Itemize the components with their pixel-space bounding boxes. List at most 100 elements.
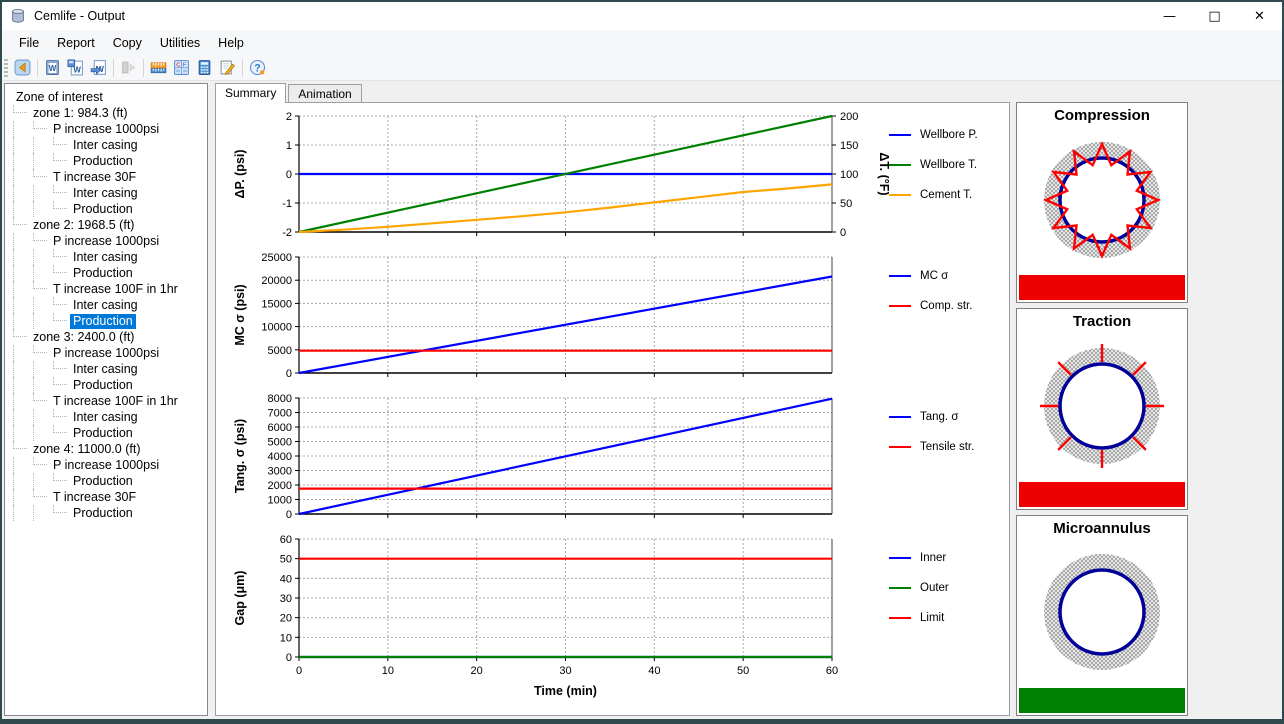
tree-guide-line (33, 249, 53, 265)
tree-item[interactable]: zone 4: 11000.0 (ft) (5, 441, 207, 457)
tree-item[interactable]: Inter casing (5, 249, 207, 265)
toolbar-grip[interactable] (4, 59, 8, 77)
tab-strip: Summary Animation (215, 83, 1188, 102)
maximize-button[interactable]: □ (1192, 2, 1237, 30)
tree-item-label: Production (70, 506, 136, 521)
tree-item[interactable]: P increase 1000psi (5, 121, 207, 137)
report-word-icon: W (44, 59, 61, 76)
export-report-button[interactable]: W (87, 57, 110, 79)
menu-report[interactable]: Report (48, 33, 104, 53)
depth-ruler-button[interactable] (147, 57, 170, 79)
tree-item[interactable]: P increase 1000psi (5, 345, 207, 361)
tree-guide-line (13, 425, 33, 441)
tree-connector-line (53, 409, 67, 417)
tab-summary[interactable]: Summary (215, 83, 286, 103)
report-word-button[interactable]: W (41, 57, 64, 79)
tree-guide-line (13, 489, 33, 505)
tree-guide-line (13, 409, 33, 425)
chart-row-mc: 0500010000150002000025000MC σ (psi) MC σ… (224, 249, 1009, 381)
temperature-units-button[interactable]: C F (170, 57, 193, 79)
tree-item[interactable]: T increase 30F (5, 489, 207, 505)
back-button[interactable] (11, 57, 34, 79)
tree-item[interactable]: P increase 1000psi (5, 233, 207, 249)
svg-text:60: 60 (280, 534, 292, 546)
calculator-button[interactable] (193, 57, 216, 79)
tree-item[interactable]: Inter casing (5, 361, 207, 377)
menu-utilities[interactable]: Utilities (151, 33, 209, 53)
svg-text:MC σ (psi): MC σ (psi) (233, 284, 247, 345)
tree-guide-line (33, 409, 53, 425)
help-button[interactable]: ? (246, 57, 269, 79)
tree-connector-line (33, 345, 47, 353)
tree-connector-line (33, 281, 47, 289)
tree-connector-line (53, 153, 67, 161)
tree-item[interactable]: Production (5, 313, 207, 329)
tree-item[interactable]: Production (5, 425, 207, 441)
svg-text:0: 0 (296, 665, 302, 677)
tree-item[interactable]: Production (5, 153, 207, 169)
svg-text:15000: 15000 (261, 298, 292, 310)
tree-item[interactable]: Production (5, 473, 207, 489)
tree-connector-line (53, 185, 67, 193)
legend-item: Wellbore P. (889, 120, 1004, 150)
chart-row-dp: -2-1012050100150200ΔP. (psi)ΔT. (°F) Wel… (224, 108, 1009, 240)
svg-text:4000: 4000 (268, 451, 292, 463)
app-cylinder-icon (10, 8, 26, 24)
legend-item: Inner (889, 543, 1004, 573)
tree-item[interactable]: Inter casing (5, 137, 207, 153)
tree-guide-line (13, 281, 33, 297)
tree-item[interactable]: P increase 1000psi (5, 457, 207, 473)
tree-item[interactable]: Inter casing (5, 297, 207, 313)
tree-connector-line (53, 473, 67, 481)
svg-text:40: 40 (280, 573, 292, 585)
tree-guide-line (13, 201, 33, 217)
tab-animation[interactable]: Animation (288, 84, 361, 102)
tree-guide-line (13, 457, 33, 473)
tree-item[interactable]: zone 1: 984.3 (ft) (5, 105, 207, 121)
tree-item[interactable]: Production (5, 265, 207, 281)
tree-guide-line (33, 313, 53, 329)
tree-item[interactable]: Production (5, 377, 207, 393)
tree-connector-line (13, 329, 27, 337)
tree-item[interactable]: zone 3: 2400.0 (ft) (5, 329, 207, 345)
svg-text:3000: 3000 (268, 466, 292, 478)
minimize-button[interactable]: — (1147, 2, 1192, 30)
svg-text:10: 10 (382, 665, 394, 677)
tree-item[interactable]: Inter casing (5, 409, 207, 425)
tree-item[interactable]: Zone of interest (5, 89, 207, 105)
svg-text:2000: 2000 (268, 480, 292, 492)
tree-item[interactable]: T increase 100F in 1hr (5, 393, 207, 409)
tree-item-label: Inter casing (70, 362, 141, 377)
tree-item[interactable]: T increase 30F (5, 169, 207, 185)
legend-label: Outer (920, 582, 949, 594)
tree-item-label: Inter casing (70, 186, 141, 201)
tree-item-label: Production (70, 202, 136, 217)
depth-ruler-icon (150, 59, 167, 76)
edit-notes-button[interactable] (216, 57, 239, 79)
chart-row-gap: 01020304050600102030405060Time (min)Gap … (224, 531, 1009, 701)
svg-text:-1: -1 (282, 198, 292, 210)
status-panels: Compression Traction (1016, 102, 1188, 716)
content-area: Summary Animation -2-1012050100150200ΔP.… (215, 83, 1188, 716)
tree-item-label: Inter casing (70, 250, 141, 265)
svg-text:6000: 6000 (268, 422, 292, 434)
tree-item[interactable]: T increase 100F in 1hr (5, 281, 207, 297)
tree-item[interactable]: zone 2: 1968.5 (ft) (5, 217, 207, 233)
save-report-button[interactable]: W (64, 57, 87, 79)
chart-svg-2: 010002000300040005000600070008000Tang. σ… (224, 390, 889, 522)
tree-item[interactable]: Production (5, 201, 207, 217)
tree-item[interactable]: Inter casing (5, 185, 207, 201)
tree-connector-line (53, 505, 67, 513)
legend-line-swatch (889, 275, 911, 278)
tree-item[interactable]: Production (5, 505, 207, 521)
temperature-units-icon: C F (173, 59, 190, 76)
menu-file[interactable]: File (10, 33, 48, 53)
tree-guide-line (33, 153, 53, 169)
menu-help[interactable]: Help (209, 33, 253, 53)
legend-label: MC σ (920, 270, 948, 282)
tree-guide-line (33, 505, 53, 521)
svg-text:Tang. σ (psi): Tang. σ (psi) (233, 419, 247, 493)
close-button[interactable]: ✕ (1237, 2, 1282, 30)
menu-copy[interactable]: Copy (104, 33, 151, 53)
calculator-icon (196, 59, 213, 76)
